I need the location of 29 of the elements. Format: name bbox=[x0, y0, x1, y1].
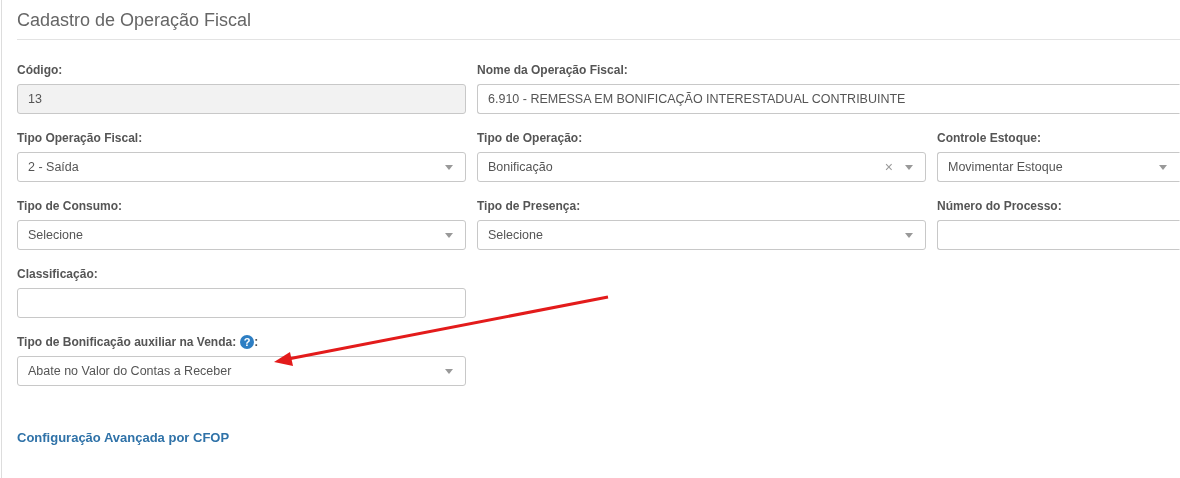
input-field[interactable]: 6.910 - REMESSA EM BONIFICAÇÃO INTERESTADUAL CONTRIBUINTE bbox=[477, 84, 1180, 114]
field-label: Tipo de Bonificação auxiliar na Venda: bbox=[17, 335, 237, 349]
field-label: Tipo de Presença: bbox=[477, 199, 581, 213]
select-field[interactable]: Selecione bbox=[17, 220, 466, 250]
caret-icon bbox=[905, 164, 913, 170]
field-label: Código: bbox=[17, 63, 63, 77]
caret-icon bbox=[445, 232, 453, 238]
select-field[interactable]: Selecione bbox=[477, 220, 926, 250]
field-label: Tipo de Consumo: bbox=[17, 199, 123, 213]
caret-icon bbox=[445, 368, 453, 374]
input-field[interactable] bbox=[937, 220, 1180, 250]
label-colon: : bbox=[254, 335, 259, 349]
advanced-config-link[interactable]: Configuração Avançada por CFOP bbox=[17, 430, 230, 445]
select-field[interactable]: Movimentar Estoque bbox=[937, 152, 1180, 182]
help-icon[interactable]: ? bbox=[240, 335, 255, 349]
input-field[interactable] bbox=[17, 288, 466, 318]
field-label: Nome da Operação Fiscal: bbox=[477, 63, 628, 77]
field-label: Tipo Operação Fiscal: bbox=[17, 131, 143, 145]
field-label: Número do Processo: bbox=[937, 199, 1062, 213]
caret-icon bbox=[445, 164, 453, 170]
select-field[interactable]: Abate no Valor do Contas a Receber bbox=[17, 356, 466, 386]
field-label: Controle Estoque: bbox=[937, 131, 1041, 145]
caret-icon bbox=[905, 232, 913, 238]
page-title: Cadastro de Operação Fiscal bbox=[17, 9, 253, 31]
select-field[interactable]: 2 - Saída bbox=[17, 152, 466, 182]
caret-icon bbox=[1159, 164, 1167, 170]
field-label: Classificação: bbox=[17, 267, 98, 281]
select-field[interactable]: Bonificação × bbox=[477, 152, 926, 182]
field-label: Tipo de Operação: bbox=[477, 131, 583, 145]
